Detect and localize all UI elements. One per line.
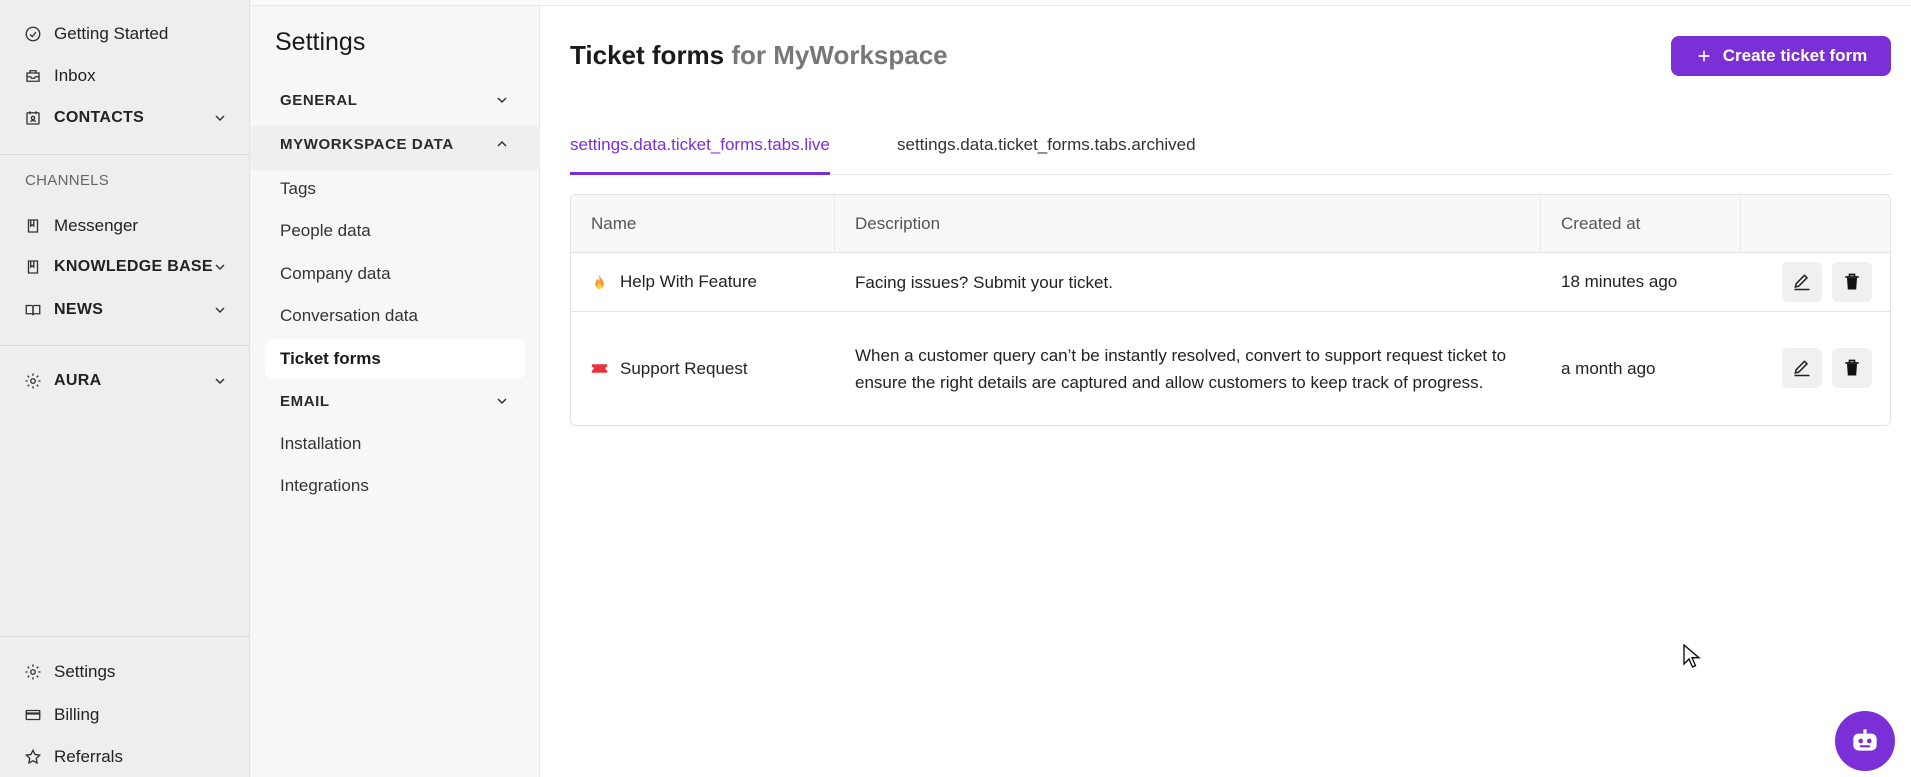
chevron-down-icon	[212, 373, 228, 389]
chevron-down-icon	[212, 302, 228, 318]
ticket-form-description: Facing issues? Submit your ticket.	[855, 272, 1113, 292]
settings-item-tags[interactable]: Tags	[280, 179, 316, 199]
settings-menu-topbar	[250, 0, 540, 6]
settings-item-integrations[interactable]: Integrations	[280, 476, 369, 496]
nav-item-aura[interactable]: AURA	[24, 367, 228, 395]
nav-divider	[0, 636, 250, 637]
chat-bot-launcher-button[interactable]	[1835, 711, 1895, 771]
table-header: Name Description Created at	[571, 195, 1890, 253]
book-icon	[24, 217, 42, 235]
settings-title: Settings	[275, 28, 366, 56]
edit-button[interactable]	[1782, 348, 1822, 388]
settings-item-installation[interactable]: Installation	[280, 434, 361, 454]
ticket-forms-table: Name Description Created at Help With Fe…	[570, 194, 1891, 426]
nav-item-contacts[interactable]: CONTACTS	[24, 104, 228, 132]
create-ticket-form-button[interactable]: Create ticket form	[1671, 36, 1891, 76]
table-row[interactable]: Help With Feature Facing issues? Submit …	[571, 253, 1890, 312]
trash-icon	[1845, 359, 1859, 376]
column-header-name[interactable]: Name	[571, 195, 835, 253]
settings-menu: Settings GENERAL MYWORKSPACE DATA Tags P…	[250, 0, 540, 777]
nav-item-getting-started[interactable]: Getting Started	[24, 20, 228, 48]
gear-icon	[24, 372, 42, 390]
column-header-created-at[interactable]: Created at	[1541, 195, 1741, 253]
settings-item-people-data[interactable]: People data	[280, 221, 371, 241]
page-title: Ticket forms for MyWorkspace	[570, 40, 948, 70]
chevron-down-icon	[494, 92, 510, 108]
trash-icon	[1845, 273, 1859, 290]
nav-item-news[interactable]: NEWS	[24, 296, 228, 324]
nav-item-billing[interactable]: Billing	[24, 701, 228, 729]
settings-group-email[interactable]: EMAIL	[280, 388, 510, 414]
workspace-name: for MyWorkspace	[731, 40, 948, 70]
pencil-icon	[1794, 360, 1810, 377]
tab-live[interactable]: settings.data.ticket_forms.tabs.live	[570, 135, 830, 175]
nav-item-inbox[interactable]: Inbox	[24, 62, 228, 90]
chevron-down-icon	[212, 110, 228, 126]
nav-item-knowledge-base[interactable]: KNOWLEDGE BASE	[24, 253, 228, 281]
settings-item-conversation-data[interactable]: Conversation data	[280, 306, 418, 326]
main-topbar	[540, 0, 1911, 6]
main-content: Ticket forms for MyWorkspace Create tick…	[540, 0, 1911, 777]
ticket-icon	[591, 360, 608, 377]
nav-item-messenger[interactable]: Messenger	[24, 212, 228, 240]
delete-button[interactable]	[1832, 262, 1872, 302]
gear-icon	[24, 663, 42, 681]
nav-item-settings[interactable]: Settings	[24, 658, 228, 686]
ticket-form-created-at: 18 minutes ago	[1561, 272, 1678, 291]
ticket-form-created-at: a month ago	[1561, 358, 1656, 378]
inbox-icon	[24, 67, 42, 85]
news-icon	[24, 301, 42, 319]
settings-item-ticket-forms[interactable]: Ticket forms	[265, 339, 525, 379]
settings-item-company-data[interactable]: Company data	[280, 264, 391, 284]
plus-icon	[1695, 47, 1713, 65]
ticket-form-description: When a customer query can’t be instantly…	[855, 345, 1507, 392]
pencil-icon	[1794, 274, 1810, 291]
edit-button[interactable]	[1782, 262, 1822, 302]
book-icon	[24, 258, 42, 276]
robot-icon	[1853, 729, 1877, 751]
nav-section-channels: CHANNELS	[25, 172, 110, 189]
mouse-cursor-icon	[1683, 644, 1701, 668]
check-circle-icon	[24, 25, 42, 43]
star-icon	[24, 748, 42, 766]
chevron-up-icon	[494, 136, 510, 152]
nav-divider	[0, 154, 250, 155]
fire-icon	[591, 274, 608, 291]
nav-divider	[0, 345, 250, 346]
ticket-form-name: Help With Feature	[571, 253, 835, 311]
settings-group-general[interactable]: GENERAL	[280, 87, 510, 113]
chevron-down-icon	[494, 393, 510, 409]
chevron-down-icon	[212, 259, 228, 275]
settings-group-myworkspace-data[interactable]: MYWORKSPACE DATA	[280, 131, 510, 157]
nav-item-referrals[interactable]: Referrals	[24, 743, 228, 771]
contacts-icon	[24, 109, 42, 127]
delete-button[interactable]	[1832, 348, 1872, 388]
main-navigation: Getting Started Inbox CONTACTS CHANNELS …	[0, 0, 250, 777]
ticket-form-name: Support Request	[571, 312, 835, 425]
ticket-form-tabs: settings.data.ticket_forms.tabs.live set…	[570, 130, 1891, 175]
credit-card-icon	[24, 706, 42, 724]
tab-archived[interactable]: settings.data.ticket_forms.tabs.archived	[897, 135, 1196, 175]
column-header-description[interactable]: Description	[835, 195, 1541, 253]
table-row[interactable]: Support Request When a customer query ca…	[571, 312, 1890, 425]
